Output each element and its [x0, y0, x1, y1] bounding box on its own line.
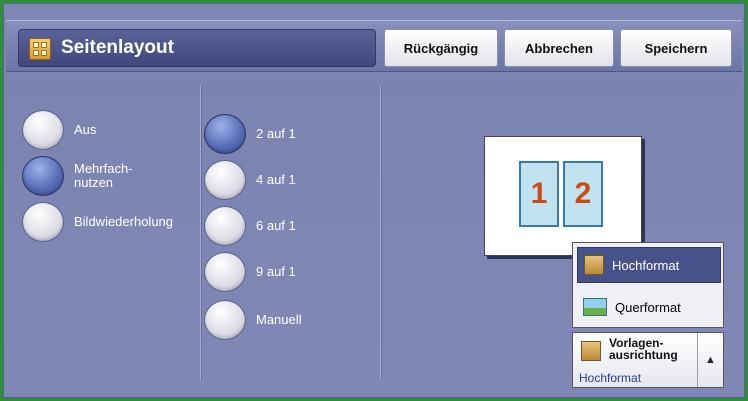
radio-option-9-auf-1[interactable]: 9 auf 1: [204, 250, 296, 294]
chevron-up-icon[interactable]: ▲: [697, 333, 723, 387]
radio-label: 9 auf 1: [256, 264, 296, 279]
radio-button-selected[interactable]: [204, 114, 246, 154]
cancel-button[interactable]: Abbrechen: [504, 29, 614, 67]
orientation-value: Hochformat: [579, 371, 642, 385]
undo-button[interactable]: Rückgängig: [384, 29, 498, 67]
radio-button[interactable]: [22, 110, 64, 150]
column-divider: [380, 86, 381, 380]
landscape-icon: [583, 298, 607, 316]
radio-option-4-auf-1[interactable]: 4 auf 1: [204, 158, 296, 202]
radio-button[interactable]: [22, 202, 64, 242]
radio-option-bildwiederholung[interactable]: Bildwiederholung: [22, 200, 173, 244]
save-button[interactable]: Speichern: [620, 29, 732, 67]
radio-label: 6 auf 1: [256, 218, 296, 233]
orientation-dropdown-list: Hochformat Querformat: [572, 242, 724, 328]
orientation-option-hochformat[interactable]: Hochformat: [577, 247, 721, 283]
radio-label: Mehrfach- nutzen: [74, 161, 133, 190]
radio-label: 4 auf 1: [256, 172, 296, 187]
radio-option-2-auf-1[interactable]: 2 auf 1: [204, 112, 296, 156]
radio-button[interactable]: [204, 160, 246, 200]
header-bar: Seitenlayout Rückgängig Abbrechen Speich…: [6, 20, 742, 72]
radio-option-6-auf-1[interactable]: 6 auf 1: [204, 204, 296, 248]
orientation-select[interactable]: Vorlagen- ausrichtung Hochformat ▲: [572, 332, 724, 388]
option-label: Hochformat: [612, 257, 680, 273]
radio-option-mehrfachnutzen[interactable]: Mehrfach- nutzen: [22, 154, 133, 198]
radio-label: 2 auf 1: [256, 126, 296, 141]
radio-option-manuell[interactable]: Manuell: [204, 298, 302, 342]
page-title-bar: Seitenlayout: [18, 29, 376, 67]
radio-label: Manuell: [256, 312, 302, 327]
page-title: Seitenlayout: [61, 37, 174, 58]
orientation-title: Vorlagen- ausrichtung: [609, 336, 678, 362]
radio-button-selected[interactable]: [22, 156, 64, 196]
radio-label: Bildwiederholung: [74, 214, 174, 229]
radio-label: Aus: [74, 122, 97, 137]
portrait-icon: [581, 341, 601, 361]
layout-preview: 1 2: [484, 136, 642, 256]
preview-page-2: 2: [563, 161, 603, 227]
portrait-icon: [584, 255, 604, 275]
radio-button[interactable]: [204, 206, 246, 246]
preview-page-1: 1: [519, 161, 559, 227]
radio-button[interactable]: [204, 252, 246, 292]
orientation-option-querformat[interactable]: Querformat: [577, 289, 721, 325]
settings-panel: Aus Mehrfach- nutzen Bildwiederholung 2 …: [6, 74, 742, 392]
radio-option-aus[interactable]: Aus: [22, 108, 96, 152]
radio-button[interactable]: [204, 300, 246, 340]
column-divider: [200, 86, 201, 380]
layout-grid-icon: [29, 38, 51, 60]
option-label: Querformat: [615, 299, 681, 315]
